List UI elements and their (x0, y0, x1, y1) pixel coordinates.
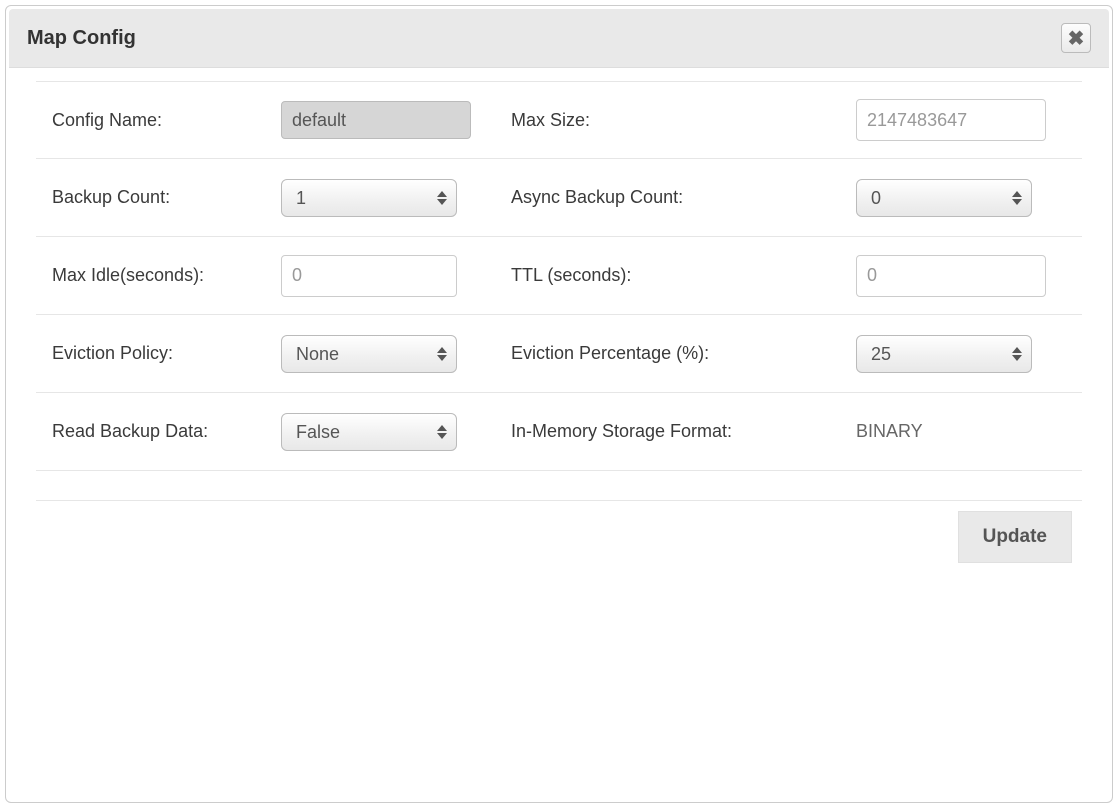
async-backup-count-select-wrap: 0 (856, 179, 1032, 217)
async-backup-count-label: Async Backup Count: (511, 187, 856, 208)
eviction-policy-select[interactable]: None (281, 335, 457, 373)
update-button[interactable]: Update (958, 511, 1072, 563)
form-table: Config Name: Max Size: Backup Count: 1 (36, 81, 1082, 501)
spacer-row (36, 471, 1082, 501)
close-button[interactable]: ✖ (1061, 23, 1091, 53)
in-memory-format-value: BINARY (856, 421, 923, 441)
dialog-body: Config Name: Max Size: Backup Count: 1 (6, 71, 1112, 593)
async-backup-count-select[interactable]: 0 (856, 179, 1032, 217)
max-idle-label: Max Idle(seconds): (36, 265, 281, 286)
ttl-label: TTL (seconds): (511, 265, 856, 286)
backup-count-select-wrap: 1 (281, 179, 457, 217)
eviction-percentage-label: Eviction Percentage (%): (511, 343, 856, 364)
map-config-dialog: Map Config ✖ Config Name: Max Size: Back… (5, 5, 1113, 803)
row-eviction: Eviction Policy: None Eviction Percentag… (36, 315, 1082, 393)
dialog-header: Map Config ✖ (9, 9, 1109, 68)
read-backup-data-label: Read Backup Data: (36, 421, 281, 442)
in-memory-format-label: In-Memory Storage Format: (511, 421, 856, 442)
read-backup-data-select-wrap: False (281, 413, 457, 451)
backup-count-select[interactable]: 1 (281, 179, 457, 217)
ttl-input[interactable] (856, 255, 1046, 297)
eviction-policy-select-wrap: None (281, 335, 457, 373)
eviction-policy-label: Eviction Policy: (36, 343, 281, 364)
config-name-label: Config Name: (36, 110, 281, 131)
dialog-title: Map Config (27, 27, 136, 50)
config-name-input[interactable] (281, 101, 471, 139)
row-max-idle-ttl: Max Idle(seconds): TTL (seconds): (36, 237, 1082, 315)
backup-count-label: Backup Count: (36, 187, 281, 208)
max-idle-input[interactable] (281, 255, 457, 297)
eviction-percentage-select-wrap: 25 (856, 335, 1032, 373)
row-read-backup-inmemory: Read Backup Data: False In-Memory Storag… (36, 393, 1082, 471)
eviction-percentage-select[interactable]: 25 (856, 335, 1032, 373)
read-backup-data-select[interactable]: False (281, 413, 457, 451)
row-backup-counts: Backup Count: 1 Async Backup Count: (36, 159, 1082, 237)
max-size-input[interactable] (856, 99, 1046, 141)
close-icon: ✖ (1068, 26, 1085, 51)
row-config-name-max-size: Config Name: Max Size: (36, 81, 1082, 159)
button-row: Update (36, 511, 1082, 563)
max-size-label: Max Size: (511, 110, 856, 131)
